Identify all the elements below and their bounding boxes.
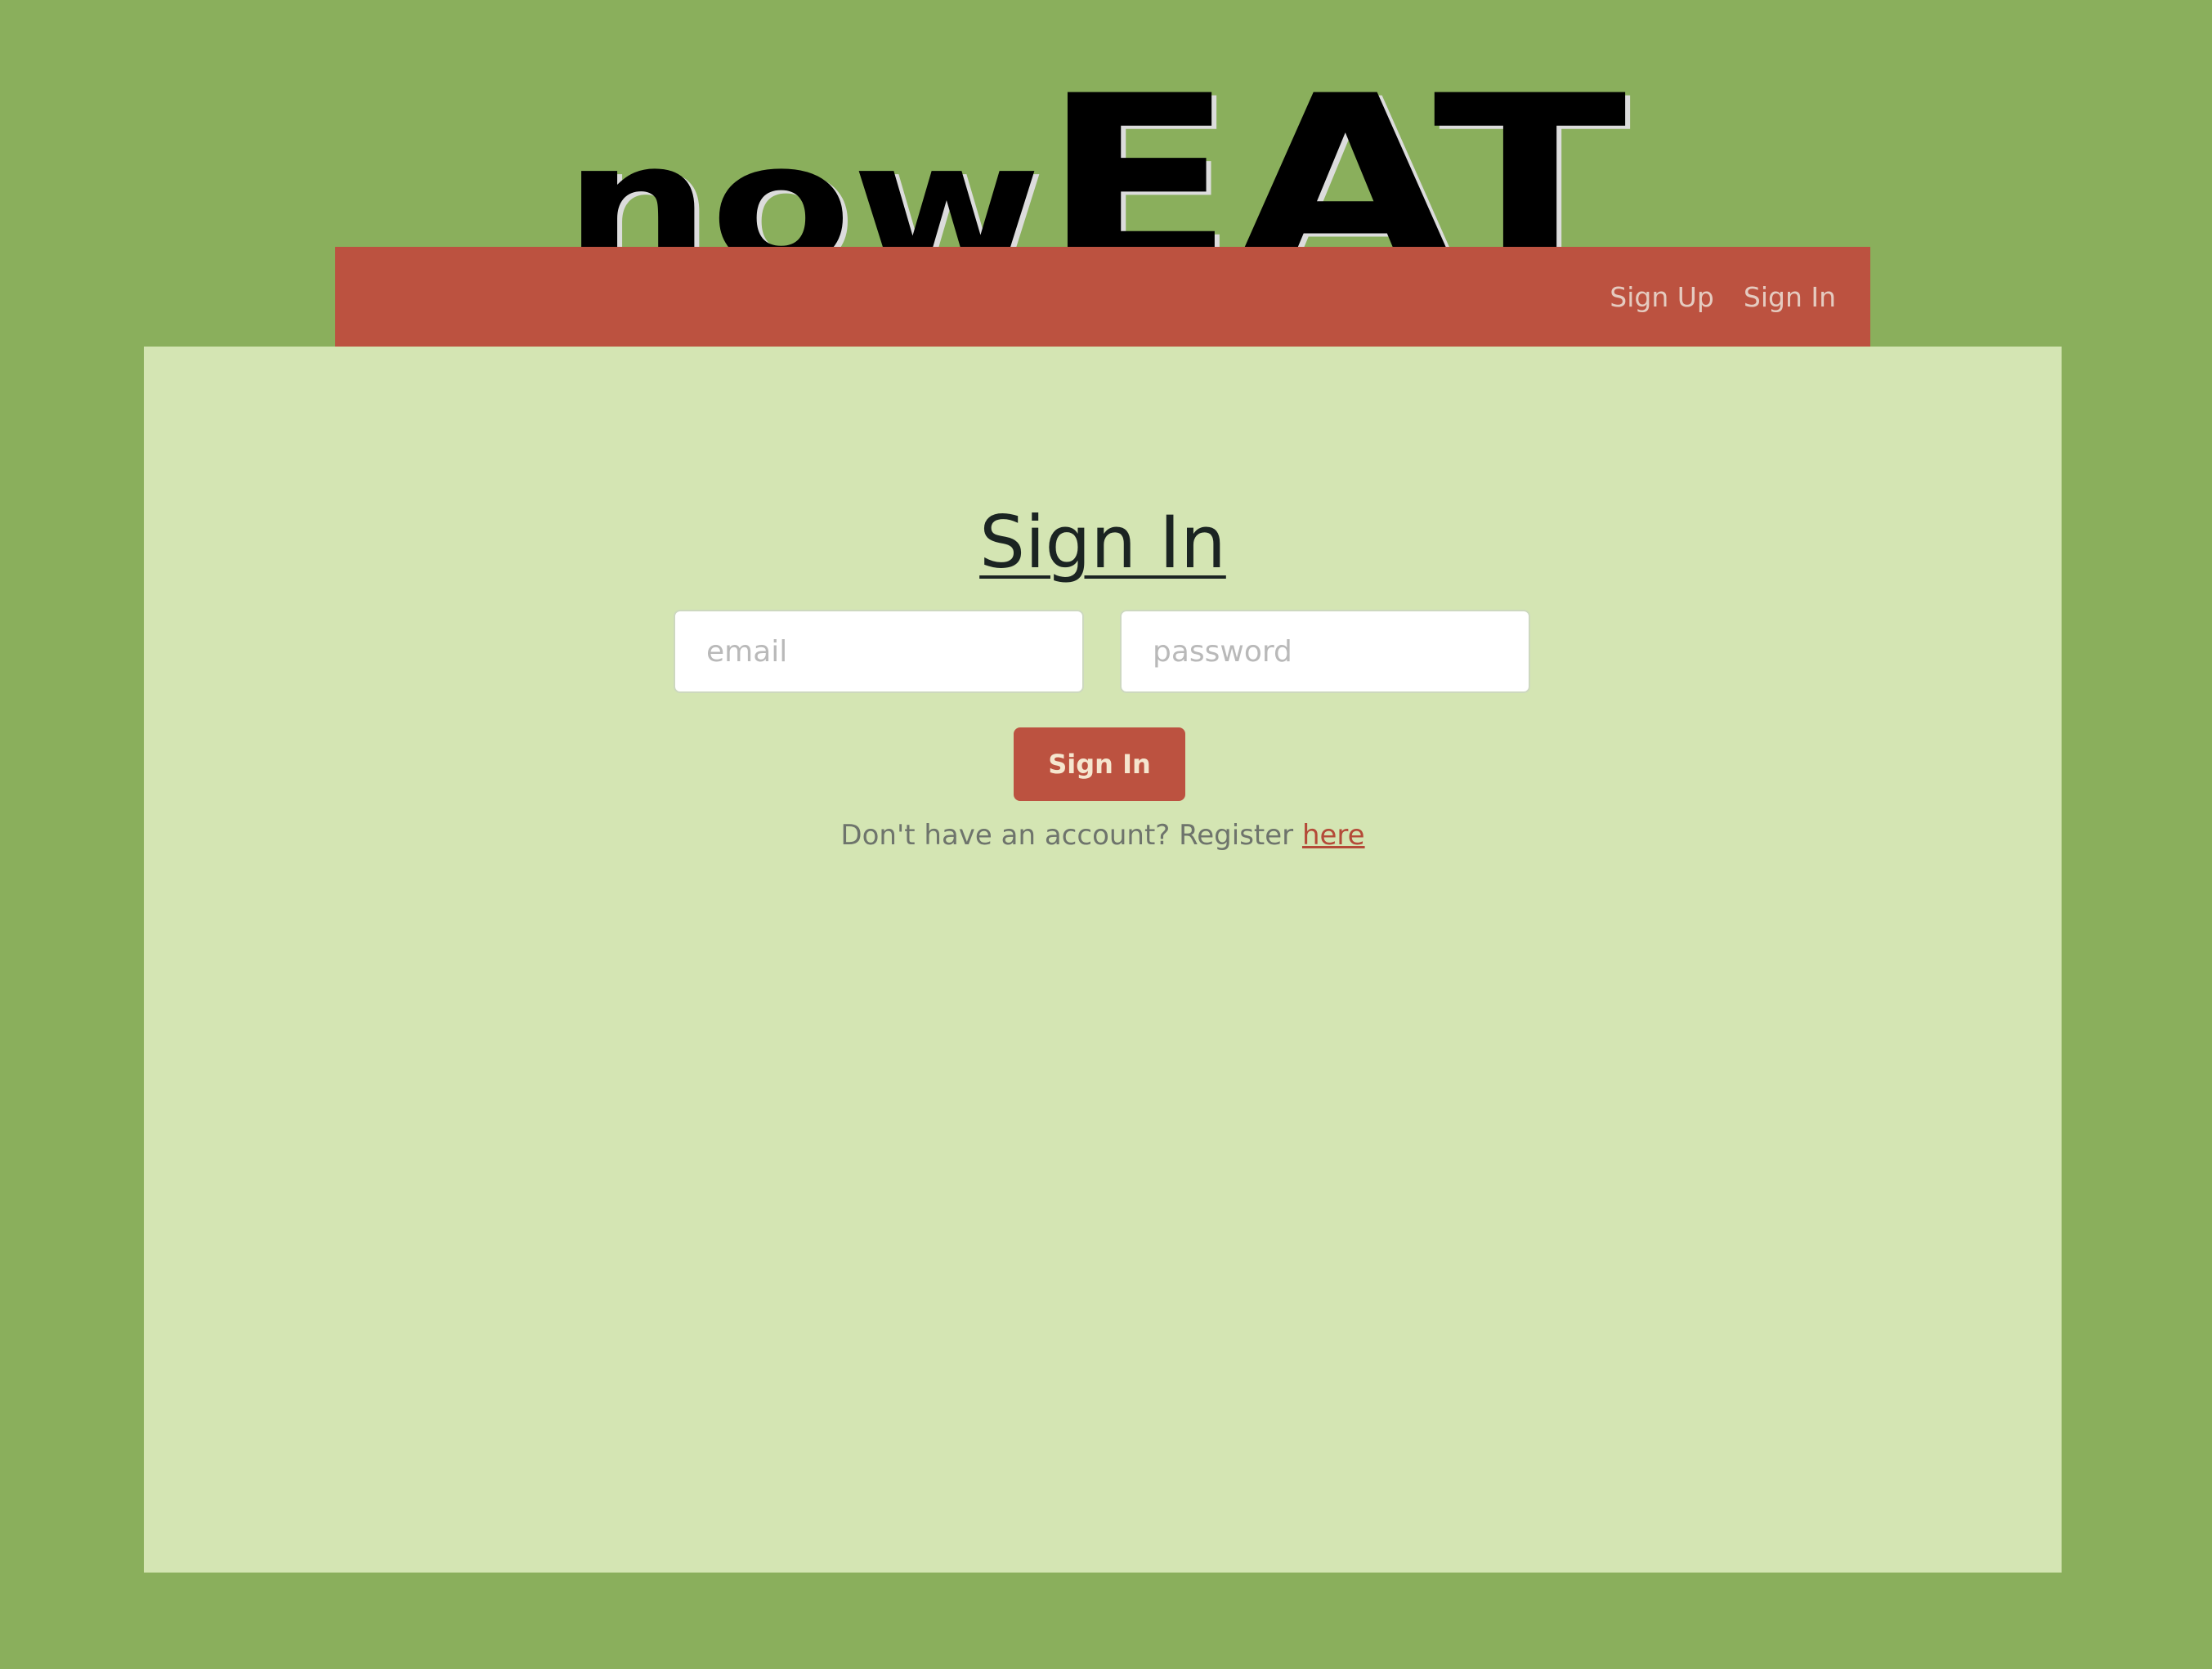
noweat-logo: now EAT now EAT	[564, 46, 1633, 248]
page-title: Sign In	[979, 500, 1226, 584]
register-prompt: Don't have an account? Register here	[144, 819, 2062, 852]
register-here-link[interactable]: here	[1302, 819, 1365, 852]
email-field[interactable]	[674, 610, 1084, 693]
register-prompt-text: Don't have an account? Register	[840, 819, 1302, 852]
svg-text:nowEAT: now EAT	[564, 46, 1628, 248]
sign-in-button[interactable]: Sign In	[1014, 727, 1185, 801]
nav-sign-in-link[interactable]: Sign In	[1744, 281, 1836, 313]
nav-sign-up-link[interactable]: Sign Up	[1610, 281, 1714, 313]
top-navbar: Sign Up Sign In	[335, 247, 1870, 347]
password-field[interactable]	[1120, 610, 1530, 693]
sign-in-panel: Sign In Sign In Don't have an account? R…	[144, 347, 2062, 1573]
